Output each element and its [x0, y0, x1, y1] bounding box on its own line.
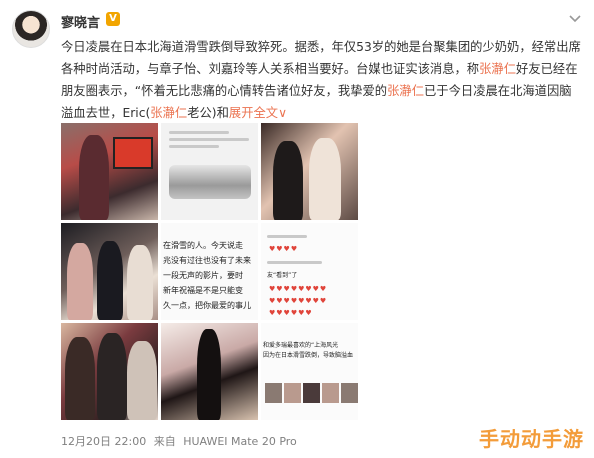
person-figure	[127, 341, 157, 420]
verified-badge-icon: V	[106, 12, 120, 26]
username[interactable]: 寥晓言	[61, 12, 100, 31]
post-image-6[interactable]: ♥♥♥♥ 友“看到”了 ♥♥♥♥♥♥♥♥ ♥♥♥♥♥♥♥♥ ♥♥♥♥♥♥	[261, 223, 358, 320]
site-watermark: 手动动手游	[479, 427, 584, 451]
screenshot-text: 新年祝福是不是只能变	[163, 286, 243, 295]
post-image-9[interactable]: 和爱多瑞最喜欢的“上海风光 因为在日本滑雪跌倒，导致脑溢血	[261, 323, 358, 420]
mention-link[interactable]: 张瀞仁	[150, 106, 187, 120]
chevron-down-icon: ∨	[278, 106, 288, 120]
source-device[interactable]: HUAWEI Mate 20 Pro	[183, 435, 297, 448]
screenshot-text: 和爱多瑞最喜欢的“上海风光	[263, 342, 339, 349]
person-figure	[67, 243, 93, 320]
photo-thumbnail	[303, 383, 320, 403]
post-image-3[interactable]	[261, 123, 358, 220]
tv-screen	[113, 137, 153, 169]
text-line	[267, 261, 322, 264]
expand-full-text-link[interactable]: 展开全文∨	[229, 106, 287, 120]
text-line	[169, 131, 229, 134]
image-grid: 在滑雪的人。今天说走 兆没有过往也没有了未来 一段无声的影片，要时 新年祝福是不…	[61, 123, 359, 421]
post-text-part: 老公)和	[187, 106, 229, 120]
screenshot-text: 兆没有过往也没有了未来	[163, 256, 251, 265]
mention-link[interactable]: 张瀞仁	[479, 62, 516, 76]
heart-emoji-icon: ♥♥♥♥♥♥♥♥	[269, 285, 328, 293]
photo-thumbnail	[341, 383, 358, 403]
snow-photo	[169, 165, 251, 199]
post-meta: 12月20日 22:00 来自 HUAWEI Mate 20 Pro	[61, 433, 301, 449]
person-figure	[273, 141, 303, 220]
post-image-1[interactable]	[61, 123, 158, 220]
photo-thumbnail	[265, 383, 282, 403]
post-image-4[interactable]	[61, 223, 158, 320]
post-image-2[interactable]	[161, 123, 258, 220]
screenshot-text: 在滑雪的人。今天说走	[163, 241, 243, 250]
post-image-7[interactable]	[61, 323, 158, 420]
person-figure	[97, 333, 127, 420]
post-text: 今日凌晨在日本北海道滑雪跌倒导致猝死。据悉，年仅53岁的她是台聚集团的少奶奶，经…	[61, 36, 581, 124]
post-date[interactable]: 12月20日 22:00	[61, 435, 146, 448]
screenshot-text: 久一点，把你最爱的事儿	[163, 301, 251, 310]
person-figure	[197, 329, 221, 420]
screenshot-text: 因为在日本滑雪跌倒，导致脑溢血	[263, 352, 354, 359]
photo-thumbnail	[322, 383, 339, 403]
avatar[interactable]	[12, 10, 50, 48]
person-figure	[65, 337, 95, 420]
expand-link-label: 展开全文	[228, 106, 279, 120]
text-line	[169, 138, 249, 141]
screenshot-text: 一段无声的影片，要时	[163, 271, 243, 280]
person-figure	[309, 138, 341, 220]
text-line	[267, 235, 307, 238]
source-prefix: 来自	[153, 435, 176, 448]
post-image-5[interactable]: 在滑雪的人。今天说走 兆没有过往也没有了未来 一段无声的影片，要时 新年祝福是不…	[161, 223, 258, 320]
heart-emoji-icon: ♥♥♥♥	[269, 245, 299, 253]
person-figure	[127, 245, 153, 320]
mention-link[interactable]: 张瀞仁	[387, 84, 424, 98]
post-image-8[interactable]	[161, 323, 258, 420]
text-line	[169, 145, 219, 148]
photo-thumbnail	[284, 383, 301, 403]
heart-emoji-icon: ♥♥♥♥♥♥♥♥	[269, 297, 328, 305]
person-figure	[79, 135, 109, 220]
person-figure	[97, 241, 123, 320]
heart-emoji-icon: ♥♥♥♥♥♥	[269, 309, 313, 317]
screenshot-text: 友“看到”了	[267, 272, 298, 279]
chevron-down-icon[interactable]	[568, 12, 582, 26]
